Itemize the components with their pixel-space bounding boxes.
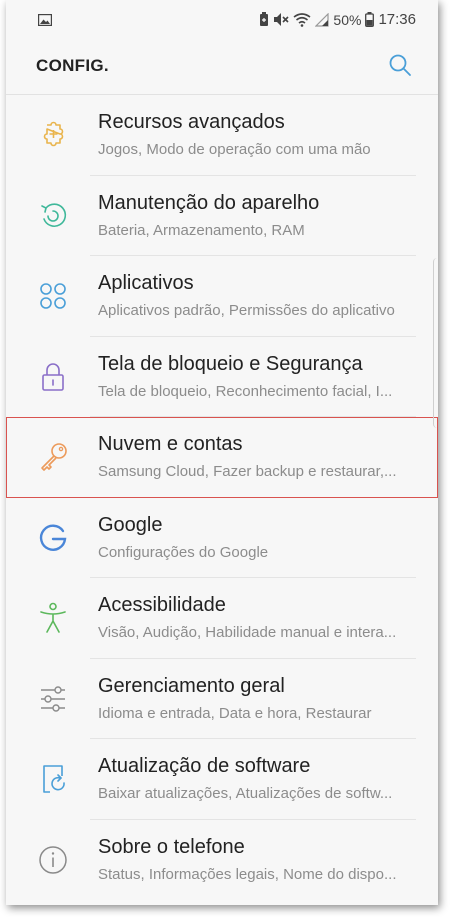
item-subtitle: Configurações do Google bbox=[98, 543, 269, 561]
accessibility-icon bbox=[36, 601, 70, 635]
settings-item-atualizacao[interactable]: Atualização de software Baixar atualizaç… bbox=[6, 739, 438, 820]
page-title: CONFIG. bbox=[36, 56, 109, 75]
app-bar: CONFIG. bbox=[6, 42, 438, 94]
settings-item-sobre[interactable]: Sobre o telefone Status, Informações leg… bbox=[6, 820, 438, 901]
item-subtitle: Idioma e entrada, Data e hora, Restaurar bbox=[98, 704, 372, 722]
item-title: Acessibilidade bbox=[98, 594, 226, 616]
item-title: Atualização de software bbox=[98, 755, 311, 777]
battery-icon bbox=[365, 12, 375, 27]
settings-item-aplicativos[interactable]: Aplicativos Aplicativos padrão, Permissõ… bbox=[6, 256, 438, 337]
item-title: Aplicativos bbox=[98, 272, 194, 294]
item-subtitle: Status, Informações legais, Nome do disp… bbox=[98, 865, 397, 883]
battery-saver-icon bbox=[259, 12, 269, 27]
search-icon[interactable] bbox=[388, 53, 412, 82]
signal-icon bbox=[315, 12, 330, 27]
clock: 17:36 bbox=[378, 11, 416, 28]
item-subtitle: Visão, Audição, Habilidade manual e inte… bbox=[98, 624, 397, 641]
phone-screen: 50% 17:36 CONFIG. Recursos avançados Jog… bbox=[6, 0, 438, 905]
item-title: Gerenciamento geral bbox=[98, 674, 285, 697]
item-title: Google bbox=[98, 513, 163, 536]
apps-grid-icon bbox=[36, 279, 70, 313]
item-title: Recursos avançados bbox=[98, 111, 285, 133]
puzzle-plus-icon bbox=[36, 118, 70, 152]
settings-item-nuvem[interactable]: Nuvem e contas Samsung Cloud, Fazer back… bbox=[6, 417, 438, 498]
wifi-icon bbox=[293, 12, 311, 27]
lock-icon bbox=[36, 360, 70, 394]
sliders-icon bbox=[36, 682, 70, 716]
item-subtitle: Tela de bloqueio, Reconhecimento facial,… bbox=[98, 382, 393, 400]
item-subtitle: Jogos, Modo de operação com uma mão bbox=[98, 141, 371, 158]
settings-list: Recursos avançados Jogos, Modo de operaç… bbox=[6, 95, 438, 900]
item-title: Nuvem e contas bbox=[98, 433, 243, 455]
item-title: Manutenção do aparelho bbox=[98, 191, 320, 214]
settings-item-gerenciamento[interactable]: Gerenciamento geral Idioma e entrada, Da… bbox=[6, 659, 438, 739]
status-bar: 50% 17:36 bbox=[6, 0, 438, 42]
battery-level: 50% bbox=[333, 11, 362, 28]
settings-item-manutencao[interactable]: Manutenção do aparelho Bateria, Armazena… bbox=[6, 176, 438, 256]
software-update-icon bbox=[36, 762, 70, 796]
settings-item-google[interactable]: Google Configurações do Google bbox=[6, 498, 438, 578]
mute-icon bbox=[273, 12, 289, 27]
image-icon bbox=[37, 13, 53, 30]
item-subtitle: Bateria, Armazenamento, RAM bbox=[98, 221, 305, 239]
settings-item-tela-bloqueio[interactable]: Tela de bloqueio e Segurança Tela de blo… bbox=[6, 337, 438, 417]
settings-item-recursos[interactable]: Recursos avançados Jogos, Modo de operaç… bbox=[6, 95, 438, 176]
info-icon bbox=[36, 843, 70, 877]
item-subtitle: Samsung Cloud, Fazer backup e restaurar,… bbox=[98, 463, 397, 480]
maintenance-icon bbox=[36, 199, 70, 233]
settings-item-acessibilidade[interactable]: Acessibilidade Visão, Audição, Habilidad… bbox=[6, 578, 438, 659]
google-icon bbox=[36, 521, 70, 555]
item-subtitle: Baixar atualizações, Atualizações de sof… bbox=[98, 785, 393, 802]
item-title: Sobre o telefone bbox=[98, 835, 245, 858]
item-title: Tela de bloqueio e Segurança bbox=[98, 352, 363, 375]
edge-scroll-handle[interactable] bbox=[433, 258, 438, 428]
key-icon bbox=[36, 440, 70, 474]
item-subtitle: Aplicativos padrão, Permissões do aplica… bbox=[98, 302, 395, 319]
